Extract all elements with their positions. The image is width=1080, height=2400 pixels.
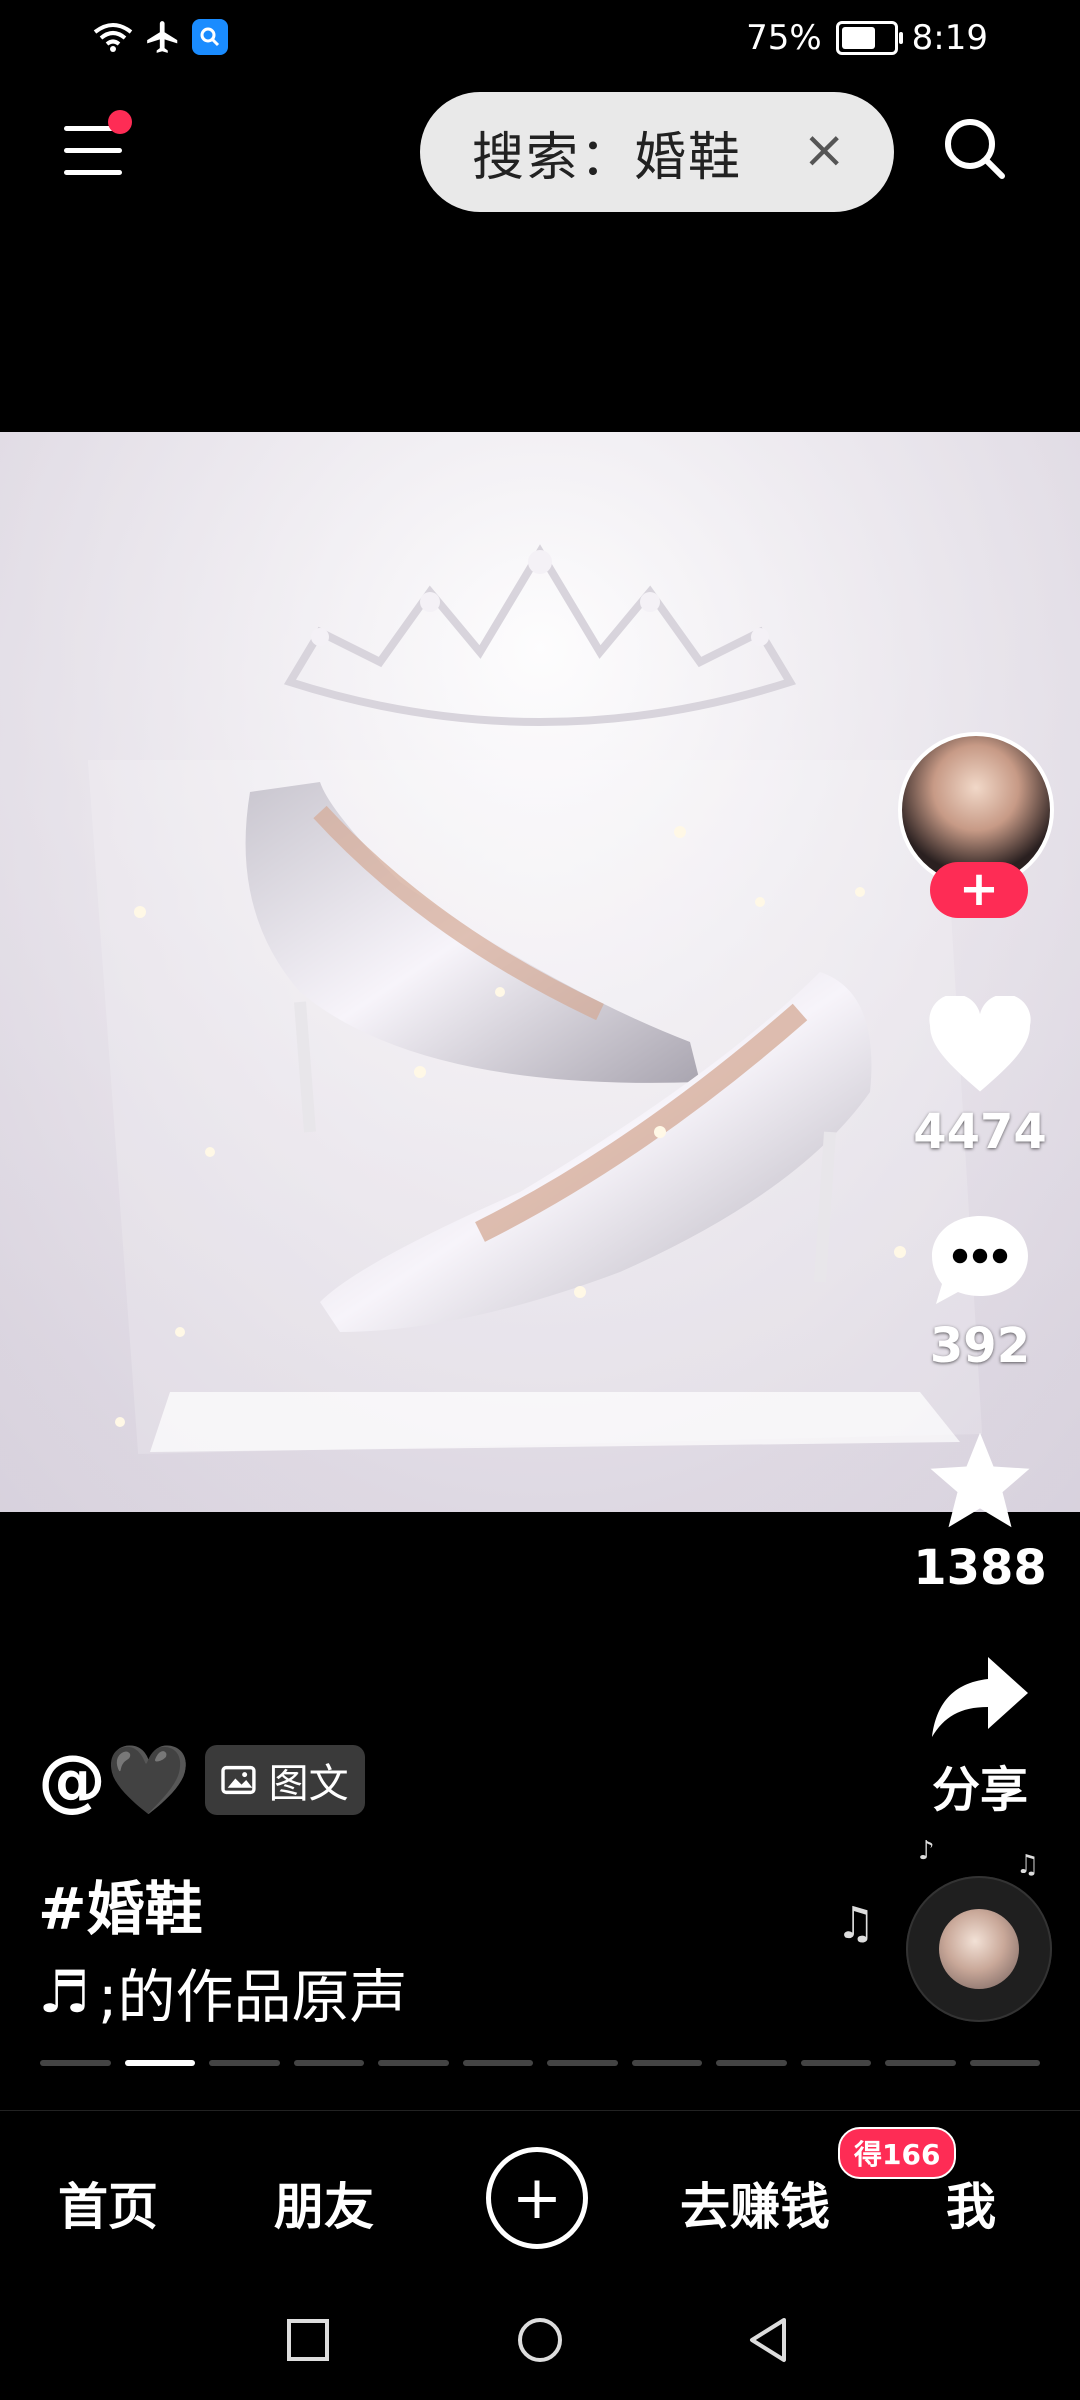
search-icon[interactable] bbox=[938, 112, 1010, 184]
music-note-icon: ♬ bbox=[38, 1958, 90, 2026]
progress-segment bbox=[547, 2060, 618, 2066]
progress-segment bbox=[462, 2060, 533, 2066]
nav-friends[interactable]: 朋友 bbox=[274, 2167, 374, 2239]
search-query-text: 搜索：婚鞋 bbox=[472, 127, 743, 188]
battery-icon bbox=[835, 21, 903, 55]
share-arrow-icon bbox=[932, 1657, 1028, 1737]
progress-segment bbox=[800, 2060, 871, 2066]
carousel-progress bbox=[40, 2060, 1040, 2066]
create-button[interactable]: + bbox=[486, 2147, 588, 2249]
progress-segment bbox=[969, 2060, 1040, 2066]
wifi-icon bbox=[93, 23, 133, 52]
status-icons-left bbox=[92, 18, 228, 56]
menu-line-icon bbox=[64, 148, 122, 153]
search-query-pill[interactable]: 搜索：婚鞋 × bbox=[420, 92, 894, 212]
clock: 8:19 bbox=[911, 18, 988, 58]
progress-segment bbox=[378, 2060, 449, 2066]
progress-segment bbox=[631, 2060, 702, 2066]
progress-segment bbox=[40, 2060, 111, 2066]
notification-dot bbox=[108, 110, 132, 134]
back-triangle-icon[interactable] bbox=[746, 2316, 790, 2364]
menu-line-icon bbox=[64, 170, 122, 175]
heart-icon bbox=[929, 994, 1031, 1092]
image-icon bbox=[220, 1765, 256, 1795]
nav-me[interactable]: 我 bbox=[946, 2167, 996, 2239]
nav-home[interactable]: 首页 bbox=[58, 2167, 158, 2239]
status-bar: 75% 8:19 bbox=[0, 0, 1080, 80]
comment-button[interactable]: 392 bbox=[890, 1210, 1070, 1374]
author-line: @🖤 图文 bbox=[38, 1740, 365, 1820]
system-nav-bar bbox=[0, 2290, 1080, 2400]
clear-search-button[interactable]: × bbox=[802, 120, 846, 180]
earn-badge: 得166 bbox=[838, 2127, 957, 2179]
recent-apps-icon[interactable] bbox=[286, 2318, 330, 2362]
music-disc-cover bbox=[939, 1909, 1019, 1989]
menu-button[interactable] bbox=[60, 110, 132, 180]
nav-earn[interactable]: 去赚钱 bbox=[680, 2167, 830, 2239]
favorite-count: 1388 bbox=[913, 1540, 1047, 1596]
progress-segment bbox=[716, 2060, 787, 2066]
share-label: 分享 bbox=[931, 1762, 1028, 1818]
music-line[interactable]: ♬ ;的作品原声 bbox=[38, 1950, 408, 2034]
music-disc-button[interactable] bbox=[906, 1876, 1052, 2022]
battery-percent: 75% bbox=[746, 18, 822, 58]
floating-note-icon: ♫ bbox=[836, 1898, 876, 1949]
type-tag-label: 图文 bbox=[268, 1761, 349, 1807]
like-count: 4474 bbox=[913, 1104, 1047, 1160]
progress-segment bbox=[209, 2060, 280, 2066]
floating-note-icon: ♫ bbox=[1016, 1850, 1040, 1880]
author-name[interactable]: @🖤 bbox=[38, 1740, 191, 1820]
like-button[interactable]: 4474 bbox=[890, 994, 1070, 1160]
progress-segment bbox=[885, 2060, 956, 2066]
status-icons-right: 75% 8:19 bbox=[746, 18, 988, 58]
type-tag: 图文 bbox=[204, 1745, 365, 1815]
airplane-icon bbox=[147, 21, 178, 53]
comment-count: 392 bbox=[929, 1318, 1031, 1374]
progress-segment bbox=[124, 2060, 195, 2066]
share-button[interactable]: 分享 bbox=[890, 1652, 1070, 1820]
bottom-nav: 首页 朋友 + 去赚钱 得166 我 bbox=[0, 2110, 1080, 2281]
progress-segment bbox=[293, 2060, 364, 2066]
follow-button[interactable]: + bbox=[930, 862, 1028, 918]
music-title: ;的作品原声 bbox=[98, 1963, 408, 2031]
search-app-icon bbox=[192, 19, 228, 55]
hashtag-link[interactable]: #婚鞋 bbox=[38, 1862, 203, 1946]
star-icon bbox=[930, 1432, 1030, 1528]
comment-icon bbox=[932, 1216, 1028, 1304]
favorite-button[interactable]: 1388 bbox=[890, 1428, 1070, 1596]
home-circle-icon[interactable] bbox=[516, 2316, 564, 2364]
floating-note-icon: ♪ bbox=[918, 1836, 935, 1866]
